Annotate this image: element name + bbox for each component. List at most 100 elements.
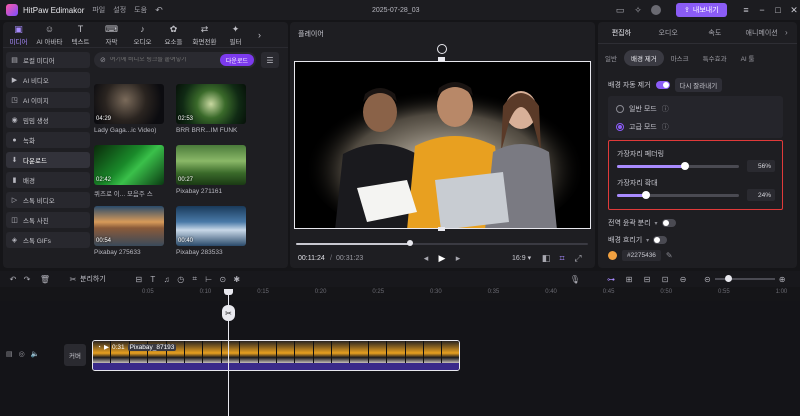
cover-button[interactable]: 커버 [64, 344, 86, 366]
nav-local-media[interactable]: ▤ 로컬 미디어 [6, 52, 90, 68]
subtab-effects[interactable]: 특수효과 [696, 50, 734, 66]
menu-settings[interactable]: 설정 [113, 5, 126, 15]
zoom-handle[interactable] [724, 275, 732, 282]
nav-stock-photo[interactable]: ◫ 스톡 사진 [6, 212, 90, 228]
microphone-icon[interactable]: 🎙 [568, 272, 582, 286]
nav-meme[interactable]: ◉ 밈밈 생성 [6, 112, 90, 128]
crop-tool-icon[interactable]: ⌗ [188, 272, 202, 286]
zoom-out-icon[interactable]: ⊖ [676, 272, 690, 286]
normal-mode-option[interactable]: 일반 모드 ⓘ [616, 104, 669, 114]
redo-cutout-button[interactable]: 다시 잘라내기 [674, 78, 723, 92]
freeze-icon[interactable]: ⊙ [216, 272, 230, 286]
speed-icon[interactable]: ◷ [174, 272, 188, 286]
preview-scrubber[interactable] [296, 240, 588, 246]
close-icon[interactable]: ✕ [786, 0, 800, 20]
color-hex-input[interactable]: #2275436 [622, 250, 661, 261]
media-item[interactable]: 02:53 BRR BRR...IM FUNK [176, 84, 246, 134]
media-item[interactable]: 02:42 퀴즈로 이... 모음주 스 [94, 145, 164, 198]
effects-icon[interactable]: ✱ [230, 272, 244, 286]
playhead-split-icon[interactable]: ✂ [222, 305, 235, 321]
prev-frame-icon[interactable]: ◂ [418, 251, 434, 265]
tab-ai-avatar[interactable]: ☺ AI 아바타 [34, 22, 65, 48]
avatar-icon[interactable] [648, 3, 664, 17]
maximize-icon[interactable]: □ [770, 0, 786, 20]
undo-icon[interactable]: ↶ [6, 272, 20, 286]
track-video-icon[interactable]: ▤ [6, 350, 13, 358]
normal-mode-radio[interactable] [616, 105, 624, 113]
slider-handle[interactable] [642, 191, 651, 199]
scrubber-handle[interactable] [406, 240, 413, 246]
split-label[interactable]: 분리하기 [80, 274, 106, 284]
tab-text[interactable]: T 텍스트 [65, 22, 96, 48]
link-track-icon[interactable]: ⊶ [604, 272, 618, 286]
zoom-minus-icon[interactable]: ⊝ [704, 275, 711, 284]
aspect-ratio-select[interactable]: 16:9 ▾ [512, 254, 531, 262]
shadow-toggle[interactable] [661, 219, 676, 227]
edge-feather-slider[interactable] [617, 162, 739, 170]
gift-icon[interactable]: ✧ [630, 3, 646, 17]
slider-handle[interactable] [681, 162, 690, 170]
playhead-handle[interactable] [224, 289, 233, 295]
tab-subtitles[interactable]: ⌨ 자막 [96, 22, 127, 48]
nav-ai-image[interactable]: ◳ AI 이미지 [6, 92, 90, 108]
snap-icon[interactable]: ⊞ [622, 272, 636, 286]
tab-media[interactable]: ▣ 미디어 [3, 22, 34, 48]
tab-speed[interactable]: 속도 [692, 28, 739, 38]
nav-download[interactable]: ⬇ 다운로드 [6, 152, 90, 168]
tab-animation[interactable]: 애니메이션 [738, 28, 785, 38]
subtab-mask[interactable]: 마스크 [664, 50, 696, 66]
subtab-ai-tools[interactable]: AI 툴 [734, 50, 762, 66]
split-icon[interactable]: ✂ [66, 272, 80, 286]
tab-audio[interactable]: ♪ 오디오 [127, 22, 158, 48]
menu-icon[interactable]: ≡ [738, 0, 754, 20]
tab-edit[interactable]: 편집하 [598, 28, 645, 38]
snapshot-icon[interactable]: ◧ [538, 251, 554, 265]
track-visibility-icon[interactable]: ◎ [19, 350, 25, 358]
undo-icon[interactable]: ↶ [151, 3, 167, 17]
nav-ai-video[interactable]: ▶ AI 비디오 [6, 72, 90, 88]
nav-stock-video[interactable]: ▷ 스톡 비디오 [6, 192, 90, 208]
video-link-input[interactable] [109, 57, 216, 63]
video-frame[interactable] [294, 61, 591, 229]
subtab-bg-remove[interactable]: 배경 제거 [623, 50, 664, 66]
advanced-mode-option[interactable]: 고급 모드 ⓘ [616, 122, 669, 132]
list-view-icon[interactable]: ☰ [261, 52, 279, 68]
tab-filters[interactable]: ✦ 필터 [220, 22, 251, 48]
fit-icon[interactable]: ⊟ [640, 272, 654, 286]
nav-stock-gifs[interactable]: ◈ 스톡 GIFs [6, 232, 90, 248]
trim-icon[interactable]: ⊢ [202, 272, 216, 286]
tab-more[interactable]: › [251, 22, 268, 48]
edge-feather-value[interactable]: 56% [747, 160, 775, 172]
nav-record[interactable]: ● 녹화 [6, 132, 90, 148]
text-tool-icon[interactable]: ⊟ [132, 272, 146, 286]
media-item[interactable]: 00:40 Pixabay 283533 [176, 206, 246, 256]
bg-blur-toggle[interactable] [653, 236, 668, 244]
split-track-icon[interactable]: ⊡ [658, 272, 672, 286]
delete-icon[interactable]: 🗑 [38, 272, 52, 286]
nav-background[interactable]: ▮ 배경 [6, 172, 90, 188]
menu-help[interactable]: 도움 [134, 5, 147, 15]
redo-icon[interactable]: ↷ [20, 272, 34, 286]
media-item[interactable]: 00:54 Pixabay 275633 [94, 206, 164, 256]
download-button[interactable]: 다운로드 [219, 54, 254, 66]
chevron-right-icon[interactable]: › [785, 28, 797, 37]
rotate-handle-icon[interactable] [437, 44, 447, 54]
minimize-icon[interactable]: − [754, 0, 770, 20]
color-swatch[interactable] [608, 251, 617, 260]
advanced-mode-radio[interactable] [616, 123, 624, 131]
title-tool-icon[interactable]: T [146, 272, 160, 286]
menu-file[interactable]: 파일 [92, 5, 105, 15]
tab-audio[interactable]: 오디오 [645, 28, 692, 38]
timeline-ruler[interactable]: 0:05 0:10 0:15 0:20 0:25 0:30 0:35 0:40 0:45 0:50… [90, 289, 800, 301]
layout-icon[interactable]: ▭ [612, 3, 628, 17]
audio-tool-icon[interactable]: ♫ [160, 272, 174, 286]
edge-expand-value[interactable]: 24% [747, 189, 775, 201]
bg-remove-toggle[interactable] [655, 81, 670, 89]
tab-transitions[interactable]: ⇄ 화면전환 [189, 22, 220, 48]
media-item[interactable]: 04:29 Lady Gaga...ic Video) [94, 84, 164, 134]
subtab-general[interactable]: 일반 [598, 50, 624, 66]
media-item[interactable]: 00:27 Pixabay 271161 [176, 145, 246, 195]
crop-icon[interactable]: ⌗ [554, 251, 570, 265]
fullscreen-icon[interactable]: ⤢ [570, 251, 586, 265]
video-clip[interactable]: ◔ ▶ 0:31 Pixabay_87193 [92, 340, 460, 371]
